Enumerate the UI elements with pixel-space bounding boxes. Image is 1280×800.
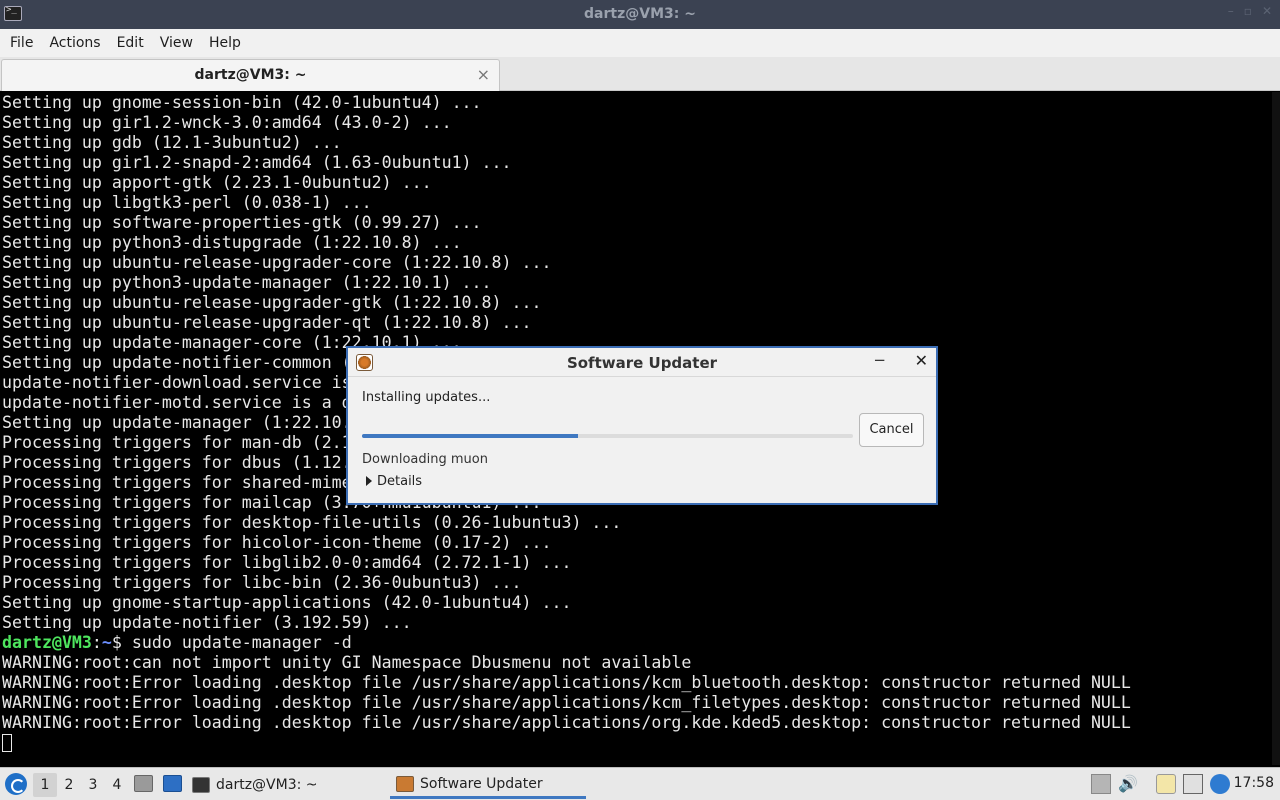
details-label: Details <box>377 474 423 489</box>
desktop-3-button[interactable]: 3 <box>81 773 105 797</box>
terminal-line: Setting up update-manager (1:22.10. <box>2 413 352 432</box>
clock: 17:58 <box>1233 775 1274 791</box>
desktop-switcher: 1 2 3 4 <box>33 773 129 797</box>
window-titlebar[interactable]: dartz@VM3: ~ – ▫ ✕ <box>0 0 1280 29</box>
terminal-line: Processing triggers for man-db (2.1 <box>2 433 352 452</box>
file-manager-launcher-icon[interactable] <box>134 775 153 792</box>
window-minimize-button[interactable]: – <box>1228 4 1234 18</box>
expand-arrow-icon <box>366 476 372 486</box>
terminal-warning-line: WARNING:root:Error loading .desktop file… <box>2 693 1131 712</box>
terminal-line: Setting up ubuntu-release-upgrader-gtk (… <box>2 293 542 312</box>
terminal-warning-line: WARNING:root:can not import unity GI Nam… <box>2 653 692 672</box>
terminal-line: Setting up libgtk3-perl (0.038-1) ... <box>2 193 372 212</box>
terminal-command: sudo update-manager -d <box>131 633 352 652</box>
terminal-line: Setting up python3-update-manager (1:22.… <box>2 273 492 292</box>
terminal-line: update-notifier-motd.service is a d <box>2 393 352 412</box>
software-updater-icon <box>396 775 414 792</box>
terminal-line: Setting up ubuntu-release-upgrader-qt (1… <box>2 313 532 332</box>
network-icon[interactable] <box>1183 774 1203 794</box>
menu-actions[interactable]: Actions <box>41 29 108 57</box>
menu-edit[interactable]: Edit <box>109 29 152 57</box>
terminal-line: Setting up gir1.2-wnck-3.0:amd64 (43.0-2… <box>2 113 452 132</box>
install-status-text: Installing updates... <box>362 390 491 405</box>
terminal-line: Setting up ubuntu-release-upgrader-core … <box>2 253 552 272</box>
progress-fill <box>362 434 579 438</box>
terminal-line: Setting up gdb (12.1-3ubuntu2) ... <box>2 133 342 152</box>
terminal-tab[interactable]: dartz@VM3: ~ × <box>1 59 500 91</box>
tab-close-icon[interactable]: × <box>477 65 490 84</box>
dialog-titlebar[interactable]: Software Updater − ✕ <box>348 348 936 377</box>
terminal-cursor <box>2 734 12 752</box>
terminal-line: Processing triggers for libc-bin (2.36-0… <box>2 573 522 592</box>
taskbar: 1 2 3 4 dartz@VM3: ~ Software Updater 🔊 … <box>0 767 1280 800</box>
dialog-title: Software Updater <box>566 354 718 372</box>
prompt-user: dartz@VM3 <box>2 633 92 652</box>
terminal-line: Processing triggers for shared-mime <box>2 473 352 492</box>
taskbar-task-software-updater[interactable]: Software Updater <box>390 771 586 799</box>
menu-file[interactable]: File <box>2 29 41 57</box>
terminal-warning-line: WARNING:root:Error loading .desktop file… <box>2 673 1131 692</box>
terminal-line: Processing triggers for libglib2.0-0:amd… <box>2 553 572 572</box>
desktop-4-button[interactable]: 4 <box>105 773 129 797</box>
menu-view[interactable]: View <box>152 29 201 57</box>
terminal-line: Setting up gnome-session-bin (42.0-1ubun… <box>2 93 482 112</box>
volume-icon[interactable]: 🔊 <box>1118 774 1138 794</box>
details-expander[interactable]: Details <box>366 474 422 489</box>
prompt-separator: : <box>91 633 102 652</box>
terminal-line: Setting up apport-gtk (2.23.1-0ubuntu2) … <box>2 173 432 192</box>
desktop-1-button[interactable]: 1 <box>33 773 57 797</box>
terminal-line: update-notifier-download.service is <box>2 373 352 392</box>
terminal-icon <box>192 777 210 793</box>
terminal-warning-line: WARNING:root:Error loading .desktop file… <box>2 713 1131 732</box>
tray-upload-icon[interactable] <box>1091 774 1111 794</box>
terminal-scrollbar[interactable] <box>1272 92 1280 765</box>
desktop-2-button[interactable]: 2 <box>57 773 81 797</box>
terminal-line: Setting up update-notifier (3.192.59) ..… <box>2 613 412 632</box>
cancel-button[interactable]: Cancel <box>859 413 924 447</box>
prompt-symbol: $ <box>111 633 132 652</box>
menu-help[interactable]: Help <box>201 29 249 57</box>
taskbar-task-terminal[interactable]: dartz@VM3: ~ <box>192 771 318 799</box>
terminal-line: Processing triggers for dbus (1.12. <box>2 453 352 472</box>
install-progress-bar <box>362 434 853 438</box>
taskbar-task-label: dartz@VM3: ~ <box>216 777 318 793</box>
tab-bar: dartz@VM3: ~ × <box>0 57 1280 91</box>
start-menu-icon[interactable] <box>5 773 27 795</box>
terminal-line: Setting up python3-distupgrade (1:22.10.… <box>2 233 462 252</box>
dialog-minimize-button[interactable]: − <box>873 351 886 369</box>
terminal-line: Processing triggers for desktop-file-uti… <box>2 513 622 532</box>
updates-notification-icon[interactable] <box>1210 774 1230 794</box>
clipboard-icon[interactable] <box>1156 774 1176 794</box>
taskbar-task-label: Software Updater <box>420 775 543 792</box>
dialog-close-button[interactable]: ✕ <box>915 351 928 370</box>
menu-bar: File Actions Edit View Help <box>0 29 1280 57</box>
tab-label: dartz@VM3: ~ <box>194 67 307 83</box>
window-maximize-button[interactable]: ▫ <box>1244 4 1252 18</box>
show-desktop-icon[interactable] <box>163 775 182 792</box>
terminal-line: Setting up gnome-startup-applications (4… <box>2 593 572 612</box>
terminal-line: Processing triggers for hicolor-icon-the… <box>2 533 552 552</box>
software-updater-dialog: Software Updater − ✕ Installing updates.… <box>347 347 937 504</box>
terminal-line: Setting up software-properties-gtk (0.99… <box>2 213 482 232</box>
terminal-line: Setting up update-notifier-common ( <box>2 353 352 372</box>
prompt-path: ~ <box>101 633 112 652</box>
window-title: dartz@VM3: ~ <box>584 6 696 22</box>
current-task-text: Downloading muon <box>362 452 488 467</box>
terminal-line: Setting up gir1.2-snapd-2:amd64 (1.63-0u… <box>2 153 512 172</box>
window-close-button[interactable]: ✕ <box>1262 4 1272 18</box>
